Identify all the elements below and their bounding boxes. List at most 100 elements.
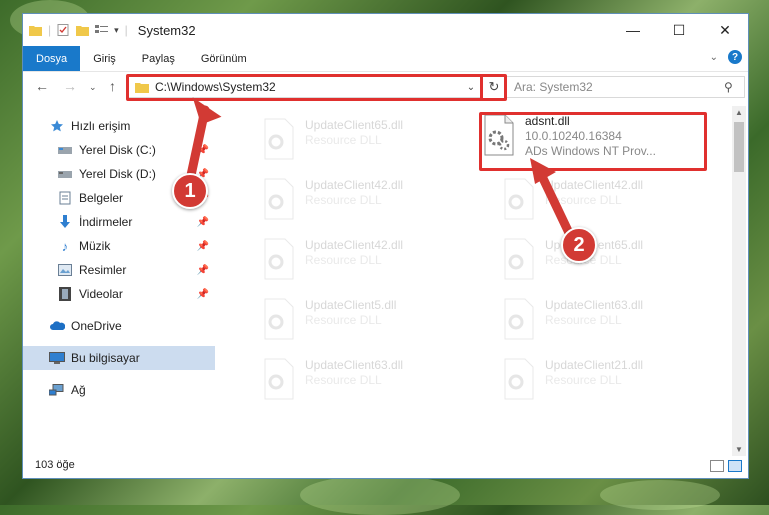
- folder-icon: [29, 24, 42, 36]
- computer-icon: [49, 351, 65, 365]
- address-highlight-box: [126, 74, 483, 101]
- pictures-icon: [57, 263, 73, 277]
- dll-file-icon: [501, 238, 537, 280]
- sidebar-item-label: İndirmeler: [79, 215, 133, 229]
- file-type: Resource DLL: [305, 253, 382, 267]
- sidebar-item-label: Müzik: [79, 239, 111, 253]
- recent-locations-icon[interactable]: ⌄: [89, 82, 97, 93]
- dll-file-icon: [261, 298, 297, 340]
- search-input[interactable]: Ara: System32: [514, 80, 724, 94]
- dll-file-icon: [501, 178, 537, 220]
- file-item[interactable]: UpdateClient65.dllResource DLL: [261, 118, 491, 174]
- network-icon: [49, 383, 65, 397]
- maximize-button[interactable]: ☐: [656, 14, 702, 46]
- file-name: UpdateClient21.dll: [545, 358, 644, 372]
- sidebar-item-label: Hızlı erişim: [71, 119, 131, 133]
- sidebar-item-pictures[interactable]: Resimler 📌: [23, 258, 215, 282]
- sidebar-item-downloads[interactable]: İndirmeler 📌: [23, 210, 215, 234]
- pin-icon[interactable]: 📌: [197, 265, 209, 276]
- sidebar-item-network[interactable]: Ağ: [23, 378, 215, 402]
- drive-icon: [57, 143, 73, 157]
- tab-giris[interactable]: Giriş: [80, 46, 129, 71]
- search-icon: ⚲: [724, 80, 733, 94]
- dll-file-icon: [261, 178, 297, 220]
- drive-icon: [57, 167, 73, 181]
- file-name: UpdateClient42.dll: [305, 238, 404, 252]
- file-type: Resource DLL: [305, 313, 382, 327]
- file-item[interactable]: UpdateClient5.dll Resource DLL: [261, 298, 491, 354]
- file-type: Resource DLL: [545, 373, 622, 387]
- file-item[interactable]: UpdateClient63.dll Resource DLL: [261, 358, 491, 414]
- close-button[interactable]: ✕: [702, 14, 748, 46]
- properties-icon[interactable]: [57, 24, 70, 36]
- back-arrow-icon[interactable]: ←: [35, 78, 49, 94]
- file-item[interactable]: UpdateClient42.dll Resource DLL: [261, 178, 491, 234]
- view-options-icon[interactable]: [95, 24, 109, 36]
- file-item[interactable]: UpdateClient63.dll Resource DLL: [501, 298, 731, 354]
- step-2-badge: 2: [561, 227, 597, 263]
- sidebar-item-label: Yerel Disk (D:): [79, 167, 156, 181]
- customize-toolbar-icon[interactable]: ▾: [114, 25, 119, 36]
- file-item[interactable]: UpdateClient42.dll Resource DLL: [261, 238, 491, 294]
- dll-file-icon: [501, 298, 537, 340]
- star-icon: [49, 119, 65, 133]
- new-folder-icon[interactable]: [76, 24, 90, 36]
- search-box[interactable]: Ara: System32 ⚲: [505, 76, 745, 98]
- tiles-view-icon[interactable]: [728, 460, 742, 472]
- sidebar-item-label: Ağ: [71, 383, 86, 397]
- file-name: UpdateClient5.dll: [305, 298, 397, 312]
- window-title: System32: [137, 22, 196, 38]
- item-count: 103 öğe: [35, 459, 75, 471]
- sidebar-item-music[interactable]: ♪ Müzik 📌: [23, 234, 215, 258]
- ribbon-tabs: Dosya Giriş Paylaş Görünüm ⌄ ?: [23, 46, 748, 72]
- navigation-pane: Hızlı erişim Yerel Disk (C:) 📌 Yerel Dis…: [23, 106, 215, 454]
- step-1-badge: 1: [172, 173, 208, 209]
- file-highlight-box: [479, 112, 707, 171]
- tab-paylas[interactable]: Paylaş: [129, 46, 188, 71]
- sidebar-item-onedrive[interactable]: OneDrive: [23, 314, 215, 338]
- sidebar-item-quick-access[interactable]: Hızlı erişim: [23, 114, 215, 138]
- file-item[interactable]: UpdateClient21.dll Resource DLL: [501, 358, 731, 414]
- sidebar-item-label: Belgeler: [79, 191, 124, 205]
- scroll-up-icon[interactable]: ▲: [732, 108, 746, 117]
- file-item[interactable]: UpdateClient65.dllResource DLL: [501, 238, 731, 294]
- dll-file-icon: [261, 358, 297, 400]
- separator: |: [124, 23, 128, 37]
- download-icon: [57, 215, 73, 229]
- file-item[interactable]: UpdateClient42.dll Resource DLL: [501, 178, 731, 234]
- up-arrow-icon[interactable]: ↑: [109, 78, 116, 94]
- background-foliage: [600, 480, 720, 510]
- file-name: UpdateClient42.dll: [545, 178, 644, 192]
- help-icon[interactable]: ?: [728, 50, 742, 64]
- sidebar-item-videos[interactable]: Videolar 📌: [23, 282, 215, 306]
- sidebar-item-this-pc[interactable]: Bu bilgisayar: [23, 346, 215, 370]
- minimize-button[interactable]: —: [610, 14, 656, 46]
- dll-file-icon: [261, 238, 297, 280]
- pin-icon[interactable]: 📌: [197, 241, 209, 252]
- vertical-scrollbar[interactable]: ▲ ▼: [732, 106, 746, 456]
- pin-icon[interactable]: 📌: [197, 145, 209, 156]
- dll-file-icon: [261, 118, 297, 160]
- tab-dosya[interactable]: Dosya: [23, 46, 81, 71]
- scrollbar-thumb[interactable]: [734, 122, 744, 172]
- sidebar-item-label: Yerel Disk (C:): [79, 143, 156, 157]
- details-view-icon[interactable]: [710, 460, 724, 472]
- file-name: UpdateClient63.dll: [305, 358, 404, 372]
- forward-arrow-icon[interactable]: →: [63, 78, 77, 94]
- dll-file-icon: [501, 358, 537, 400]
- file-type: Resource DLL: [305, 193, 382, 207]
- file-type: Resource DLL: [305, 373, 382, 387]
- file-type: Resource DLL: [545, 193, 622, 207]
- pin-icon[interactable]: 📌: [197, 217, 209, 228]
- sidebar-item-label: Resimler: [79, 263, 127, 277]
- separator: |: [48, 23, 52, 37]
- expand-ribbon-icon[interactable]: ⌄: [710, 52, 718, 63]
- title-bar: | ▾ | System32 — ☐ ✕: [23, 14, 748, 46]
- refresh-highlight-box: [480, 74, 507, 101]
- pin-icon[interactable]: 📌: [197, 289, 209, 300]
- file-explorer-window: | ▾ | System32 — ☐ ✕ Dosya Giriş Paylaş …: [22, 13, 749, 479]
- file-type: Resource DLL: [545, 313, 622, 327]
- tab-gorunum[interactable]: Görünüm: [188, 46, 260, 71]
- sidebar-item-local-disk-c[interactable]: Yerel Disk (C:) 📌: [23, 138, 215, 162]
- cloud-icon: [49, 319, 65, 333]
